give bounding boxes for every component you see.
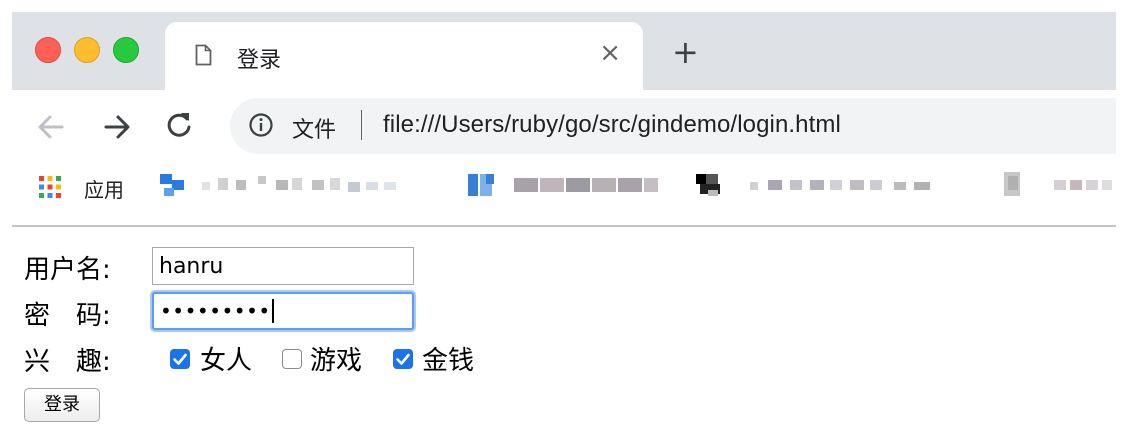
minimize-window-button[interactable]	[74, 37, 100, 63]
tab-title: 登录	[237, 48, 282, 73]
back-arrow-icon[interactable]	[34, 110, 68, 144]
new-tab-button[interactable]: +	[672, 36, 699, 68]
password-label: 密 码:	[24, 301, 111, 331]
password-value: •••••••••	[160, 299, 271, 323]
tab-close-icon[interactable]: ×	[599, 38, 621, 68]
file-scheme-label: 文件	[292, 118, 337, 143]
login-submit-button[interactable]: 登录	[24, 388, 100, 422]
text-caret	[271, 299, 274, 323]
reload-icon[interactable]	[162, 108, 196, 142]
hobby-option-label[interactable]: 金钱	[422, 340, 474, 377]
username-input[interactable]	[152, 247, 414, 285]
forward-arrow-icon[interactable]	[100, 110, 134, 144]
password-input[interactable]: •••••••••	[152, 292, 414, 330]
hobby-checkbox-3[interactable]	[393, 349, 413, 369]
hobby-option-label[interactable]: 游戏	[310, 340, 362, 377]
close-window-button[interactable]	[35, 37, 61, 63]
bookmark-item-blurred[interactable]	[990, 170, 1116, 200]
bookmark-item-blurred[interactable]	[152, 170, 422, 200]
hobby-label: 兴 趣:	[24, 347, 111, 377]
hobby-checkbox-2[interactable]	[282, 349, 302, 369]
browser-tab[interactable]: 登录 ×	[165, 22, 643, 90]
address-url[interactable]: file:///Users/ruby/go/src/gindemo/login.…	[383, 111, 841, 139]
checkmark-icon	[173, 353, 187, 365]
document-icon	[195, 44, 212, 66]
apps-grid-icon[interactable]	[38, 175, 62, 199]
apps-label[interactable]: 应用	[84, 174, 124, 203]
hobby-option-label[interactable]: 女人	[200, 340, 252, 377]
bookmark-item-blurred[interactable]	[690, 170, 950, 200]
info-icon[interactable]	[248, 112, 274, 138]
zoom-window-button[interactable]	[113, 37, 139, 63]
address-separator	[361, 110, 362, 140]
checkmark-icon	[396, 353, 410, 365]
bookmark-item-blurred[interactable]	[462, 170, 672, 200]
hobby-checkbox-1[interactable]	[170, 349, 190, 369]
username-label: 用户名:	[24, 255, 111, 285]
